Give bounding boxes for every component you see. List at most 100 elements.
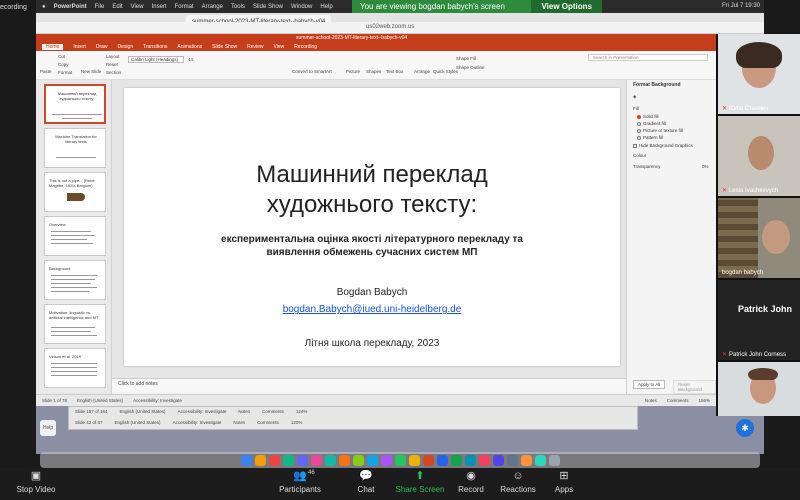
apple-icon[interactable]: ●: [42, 4, 46, 10]
copy-button[interactable]: Copy: [58, 62, 69, 67]
gradient-fill-radio[interactable]: Gradient fill: [637, 121, 666, 126]
section-button[interactable]: Section: [106, 70, 121, 75]
slide-subtitle[interactable]: експериментальна оцінка якості літератур…: [124, 233, 620, 259]
participant-video[interactable]: ✕ Lesia Ivashkevych: [718, 116, 800, 196]
comments-button[interactable]: Comments: [667, 398, 689, 403]
slide-thumbnail[interactable]: Motivation: linguistic vs. artificial in…: [44, 304, 106, 344]
finder-icon[interactable]: [240, 454, 252, 466]
tab-view[interactable]: View: [274, 44, 285, 50]
menu-item[interactable]: Slide Show: [253, 4, 283, 10]
app-icon[interactable]: [338, 454, 350, 466]
slide-thumbnail[interactable]: Машинний переклад художнього тексту:: [44, 84, 106, 124]
app-icon[interactable]: [282, 454, 294, 466]
browser-address-bar[interactable]: us02web.zoom.us: [36, 22, 764, 34]
app-icon[interactable]: [408, 454, 420, 466]
cut-button[interactable]: Cut: [58, 54, 65, 59]
app-icon[interactable]: [254, 454, 266, 466]
font-size-select[interactable]: 44: [188, 57, 193, 62]
tab-recording[interactable]: Recording: [294, 44, 317, 50]
app-icon[interactable]: [352, 454, 364, 466]
participant-video[interactable]: bogdan babych: [718, 198, 800, 278]
excel-dock-icon[interactable]: [450, 454, 462, 466]
shape-outline-button[interactable]: Shape Outline: [456, 65, 485, 70]
app-icon[interactable]: [296, 454, 308, 466]
participant-video[interactable]: ✕ Юлія Стахмич: [718, 34, 800, 114]
picture-fill-radio[interactable]: Picture or texture fill: [637, 128, 683, 133]
tab-home[interactable]: Home: [42, 43, 64, 50]
chat-button[interactable]: 💬 Chat: [336, 470, 396, 494]
menu-item[interactable]: Help: [320, 4, 332, 10]
reset-button[interactable]: Reset: [106, 62, 118, 67]
menu-item[interactable]: PowerPoint: [54, 4, 87, 10]
menu-item[interactable]: View: [131, 4, 144, 10]
text-box-button[interactable]: Text Box: [386, 69, 403, 74]
slide-email-link[interactable]: bogdan.Babych@iued.uni-heidelberg.de: [124, 304, 620, 315]
language-status[interactable]: English (United States): [77, 398, 123, 403]
slide-thumbnail[interactable]: Overview: [44, 216, 106, 256]
fill-section-label[interactable]: Fill: [633, 106, 639, 111]
app-icon[interactable]: [506, 454, 518, 466]
quick-styles-button[interactable]: Quick Styles: [433, 69, 458, 74]
trash-icon[interactable]: [548, 454, 560, 466]
menu-item[interactable]: Insert: [152, 4, 167, 10]
tab-draw[interactable]: Draw: [96, 44, 108, 50]
slide-title[interactable]: Машинний переклад художнього тексту:: [124, 160, 620, 220]
arrange-button[interactable]: Arrange: [414, 69, 430, 74]
menu-item[interactable]: Edit: [112, 4, 122, 10]
participant-video[interactable]: [718, 362, 800, 416]
shape-fill-button[interactable]: Shape Fill: [456, 56, 476, 61]
menu-item[interactable]: File: [95, 4, 105, 10]
picture-button[interactable]: Picture: [346, 69, 360, 74]
view-options-button[interactable]: View Options: [531, 0, 602, 13]
notes-pane[interactable]: Click to add notes: [112, 378, 626, 392]
word-dock-icon[interactable]: [436, 454, 448, 466]
slide-thumbnail[interactable]: Vinson et al. 2019: [44, 348, 106, 388]
tab-insert[interactable]: Insert: [73, 44, 86, 50]
app-icon[interactable]: [492, 454, 504, 466]
reset-background-button[interactable]: Reset Background: [673, 380, 716, 394]
participants-button[interactable]: 👥 46 Participants: [270, 470, 330, 494]
app-icon[interactable]: [478, 454, 490, 466]
tab-design[interactable]: Design: [118, 44, 134, 50]
app-icon[interactable]: [268, 454, 280, 466]
apps-button[interactable]: ⊞ Apps: [534, 470, 594, 494]
search-input[interactable]: Search in Presentation: [588, 54, 708, 61]
tab-transitions[interactable]: Transitions: [143, 44, 167, 50]
menu-item[interactable]: Arrange: [202, 4, 223, 10]
solid-fill-radio[interactable]: Solid fill: [637, 114, 659, 119]
slide-thumbnail[interactable]: Background: [44, 260, 106, 300]
app-icon[interactable]: [310, 454, 322, 466]
shapes-button[interactable]: Shapes: [366, 69, 381, 74]
paint-bucket-icon[interactable]: ◈: [633, 94, 636, 100]
transparency-value[interactable]: 0%: [702, 164, 709, 169]
menu-item[interactable]: Window: [291, 4, 312, 10]
app-icon[interactable]: [380, 454, 392, 466]
pattern-fill-radio[interactable]: Pattern fill: [637, 135, 663, 140]
app-icon[interactable]: [534, 454, 546, 466]
app-icon[interactable]: [464, 454, 476, 466]
apply-to-all-button[interactable]: Apply to All: [633, 380, 666, 389]
participant-video[interactable]: Patrick John ✕ Patrick John Corness: [718, 280, 800, 360]
current-slide[interactable]: Машинний переклад художнього тексту: екс…: [124, 88, 620, 366]
powerpoint-dock-icon[interactable]: [422, 454, 434, 466]
accessibility-status[interactable]: Accessibility: Investigate: [133, 398, 182, 403]
font-select[interactable]: Calibri Light (Headings): [128, 56, 184, 63]
stop-video-button[interactable]: ▣ Stop Video: [6, 470, 66, 494]
paste-button[interactable]: Paste: [40, 69, 52, 74]
notes-button[interactable]: Notes: [645, 398, 657, 403]
menu-item[interactable]: Format: [175, 4, 194, 10]
new-slide-button[interactable]: New Slide: [81, 69, 101, 74]
tab-animations[interactable]: Animations: [177, 44, 202, 50]
convert-smartart-button[interactable]: Convert to SmartArt: [292, 69, 332, 74]
help-button[interactable]: Help: [40, 420, 56, 436]
slide-thumbnail[interactable]: Machine Translation for literary texts: [44, 128, 106, 168]
floating-action-icon[interactable]: ✱: [736, 419, 754, 437]
menu-item[interactable]: Tools: [231, 4, 245, 10]
app-icon[interactable]: [366, 454, 378, 466]
app-icon[interactable]: [520, 454, 532, 466]
zoom-level[interactable]: 156%: [698, 398, 710, 403]
app-icon[interactable]: [324, 454, 336, 466]
slide-thumbnail[interactable]: This is not a pipe... (René Magritte, 19…: [44, 172, 106, 212]
layout-button[interactable]: Layout: [106, 54, 120, 59]
tab-review[interactable]: Review: [247, 44, 263, 50]
